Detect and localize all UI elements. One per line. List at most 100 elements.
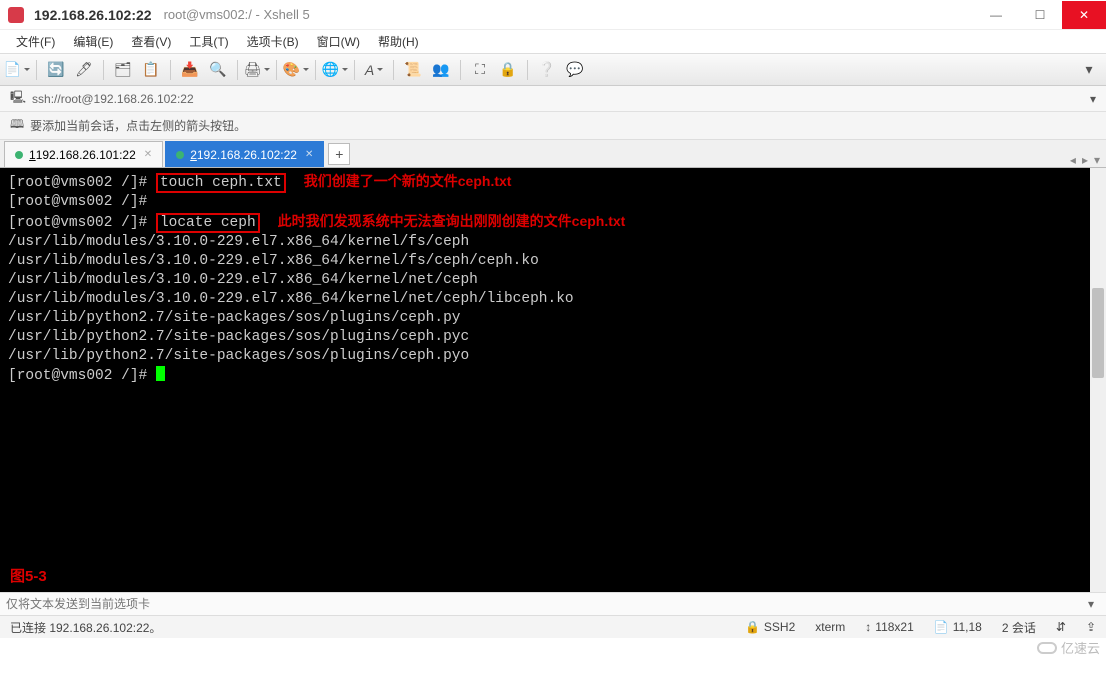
toolbar: 📄 🔄 🖊 🗂 📋 📥 🔍 🖨 🎨 🌐 A 📜 👥 ⛶ 🔒 ❔ 💬 ▾ bbox=[0, 54, 1106, 86]
menu-edit[interactable]: 编辑(E) bbox=[65, 31, 121, 52]
window-buttons: — ☐ ✕ bbox=[974, 1, 1106, 29]
menu-file[interactable]: 文件(F) bbox=[8, 31, 63, 52]
menu-help[interactable]: 帮助(H) bbox=[370, 31, 427, 52]
app-icon bbox=[8, 7, 24, 23]
status-size: ↕ 118x21 bbox=[865, 620, 913, 634]
terminal-wrapper: [root@vms002 /]# touch ceph.txt 我们创建了一个新的… bbox=[0, 168, 1106, 592]
help-button[interactable]: ❔ bbox=[536, 59, 558, 81]
terminal-output: /usr/lib/python2.7/site-packages/sos/plu… bbox=[8, 347, 1098, 366]
watermark-text: 亿速云 bbox=[1061, 638, 1100, 657]
menu-tabs[interactable]: 选项卡(B) bbox=[239, 31, 307, 52]
send-input-bar: ▾ bbox=[0, 592, 1106, 616]
terminal-scrollbar[interactable] bbox=[1090, 168, 1106, 592]
tab-nav-arrows: ◂ ▸ ▾ bbox=[1070, 153, 1100, 167]
tab-list-button[interactable]: ▾ bbox=[1094, 153, 1100, 167]
terminal-output: /usr/lib/python2.7/site-packages/sos/plu… bbox=[8, 309, 1098, 328]
send-input[interactable] bbox=[6, 597, 1082, 611]
tab-close-icon[interactable]: ✕ bbox=[144, 149, 152, 160]
terminal-output: /usr/lib/python2.7/site-packages/sos/plu… bbox=[8, 328, 1098, 347]
status-sessions: 2 会话 bbox=[1002, 619, 1036, 636]
toolbar-separator bbox=[354, 60, 355, 80]
copy-button[interactable]: 📋 bbox=[140, 59, 162, 81]
annotation: 此时我们发现系统中无法查询出刚刚创建的文件ceph.txt bbox=[278, 213, 626, 229]
toolbar-separator bbox=[170, 60, 171, 80]
toolbar-separator bbox=[315, 60, 316, 80]
titlebar: 192.168.26.102:22 root@vms002:/ - Xshell… bbox=[0, 0, 1106, 30]
font-button[interactable]: A bbox=[363, 59, 385, 81]
tab-strip: 1 192.168.26.101:22 ✕ 2 192.168.26.102:2… bbox=[0, 140, 1106, 168]
figure-label: 图5-3 bbox=[10, 567, 47, 586]
status-protocol: 🔒SSH2 bbox=[745, 620, 795, 634]
tab-label: 192.168.26.102:22 bbox=[197, 148, 297, 162]
watermark-logo-icon bbox=[1037, 642, 1057, 654]
toolbar-separator bbox=[393, 60, 394, 80]
prompt: [root@vms002 /]# bbox=[8, 194, 156, 210]
print-button[interactable]: 🖨 bbox=[246, 59, 268, 81]
status-dot-connected-icon bbox=[15, 151, 23, 159]
info-bar: 🕮 要添加当前会话，点击左侧的箭头按钮。 bbox=[0, 112, 1106, 140]
new-session-button[interactable]: 📄 bbox=[6, 59, 28, 81]
toolbar-separator bbox=[103, 60, 104, 80]
paste-button[interactable]: 📥 bbox=[179, 59, 201, 81]
lock-icon: 🔒 bbox=[745, 620, 760, 634]
doc-icon: 📄 bbox=[934, 620, 949, 634]
menu-window[interactable]: 窗口(W) bbox=[309, 31, 368, 52]
disconnect-button[interactable]: 🖊 bbox=[73, 59, 95, 81]
add-tab-button[interactable]: + bbox=[328, 143, 350, 165]
cmd-highlight: touch ceph.txt bbox=[156, 173, 286, 193]
session-tab-2[interactable]: 2 192.168.26.102:22 ✕ bbox=[165, 141, 324, 167]
scrollbar-thumb[interactable] bbox=[1092, 288, 1104, 378]
reconnect-button[interactable]: 🔄 bbox=[45, 59, 67, 81]
tab-close-icon[interactable]: ✕ bbox=[305, 149, 313, 160]
properties-button[interactable]: 🗂 bbox=[112, 59, 134, 81]
status-cursor: 📄 11,18 bbox=[934, 620, 982, 634]
send-mode-dropdown[interactable]: ▾ bbox=[1082, 597, 1100, 611]
tab-prev-button[interactable]: ◂ bbox=[1070, 153, 1076, 167]
tab-accel: 2 bbox=[190, 148, 197, 162]
window-title-main: 192.168.26.102:22 bbox=[34, 7, 152, 23]
menubar: 文件(F) 编辑(E) 查看(V) 工具(T) 选项卡(B) 窗口(W) 帮助(… bbox=[0, 30, 1106, 54]
terminal-output: /usr/lib/modules/3.10.0-229.el7.x86_64/k… bbox=[8, 271, 1098, 290]
toolbar-separator bbox=[36, 60, 37, 80]
status-term: xterm bbox=[815, 620, 845, 634]
status-dot-connected-icon bbox=[176, 151, 184, 159]
users-button[interactable]: 👥 bbox=[430, 59, 452, 81]
tab-label: 192.168.26.101:22 bbox=[36, 148, 136, 162]
window-title-sub: root@vms002:/ - Xshell 5 bbox=[164, 7, 310, 22]
terminal-output: /usr/lib/modules/3.10.0-229.el7.x86_64/k… bbox=[8, 233, 1098, 252]
info-text: 要添加当前会话，点击左侧的箭头按钮。 bbox=[30, 117, 246, 134]
terminal[interactable]: [root@vms002 /]# touch ceph.txt 我们创建了一个新的… bbox=[0, 168, 1106, 592]
maximize-button[interactable]: ☐ bbox=[1018, 1, 1062, 29]
address-overflow-button[interactable]: ▾ bbox=[1090, 92, 1096, 106]
minimize-button[interactable]: — bbox=[974, 1, 1018, 29]
resize-icon: ↕ bbox=[865, 620, 871, 634]
toolbar-separator bbox=[237, 60, 238, 80]
session-tab-1[interactable]: 1 192.168.26.101:22 ✕ bbox=[4, 141, 163, 167]
toolbar-separator bbox=[527, 60, 528, 80]
encoding-button[interactable]: 🌐 bbox=[324, 59, 346, 81]
toolbar-overflow-button[interactable]: ▾ bbox=[1078, 59, 1100, 81]
prompt: [root@vms002 /]# bbox=[8, 368, 156, 384]
prompt: [root@vms002 /]# bbox=[8, 215, 156, 231]
tab-next-button[interactable]: ▸ bbox=[1082, 153, 1088, 167]
caps-indicator-icon: ⇪ bbox=[1086, 620, 1096, 634]
close-button[interactable]: ✕ bbox=[1062, 1, 1106, 29]
annotation: 我们创建了一个新的文件ceph.txt bbox=[304, 173, 512, 189]
lock-button[interactable]: 🔒 bbox=[497, 59, 519, 81]
menu-tools[interactable]: 工具(T) bbox=[181, 31, 236, 52]
feedback-button[interactable]: 💬 bbox=[564, 59, 586, 81]
menu-view[interactable]: 查看(V) bbox=[123, 31, 179, 52]
sessions-arrows-icon[interactable]: ⇵ bbox=[1056, 620, 1066, 634]
fullscreen-button[interactable]: ⛶ bbox=[469, 59, 491, 81]
toolbar-separator bbox=[276, 60, 277, 80]
color-scheme-button[interactable]: 🎨 bbox=[285, 59, 307, 81]
terminal-output: /usr/lib/modules/3.10.0-229.el7.x86_64/k… bbox=[8, 290, 1098, 309]
cmd-highlight: locate ceph bbox=[156, 213, 260, 233]
address-url[interactable]: ssh://root@192.168.26.102:22 bbox=[32, 92, 194, 106]
script-button[interactable]: 📜 bbox=[402, 59, 424, 81]
find-button[interactable]: 🔍 bbox=[207, 59, 229, 81]
bookmark-arrow-icon[interactable]: 🕮 bbox=[10, 115, 24, 136]
terminal-output: /usr/lib/modules/3.10.0-229.el7.x86_64/k… bbox=[8, 252, 1098, 271]
status-bar: 已连接 192.168.26.102:22。 🔒SSH2 xterm ↕ 118… bbox=[0, 616, 1106, 638]
prompt: [root@vms002 /]# bbox=[8, 175, 156, 191]
